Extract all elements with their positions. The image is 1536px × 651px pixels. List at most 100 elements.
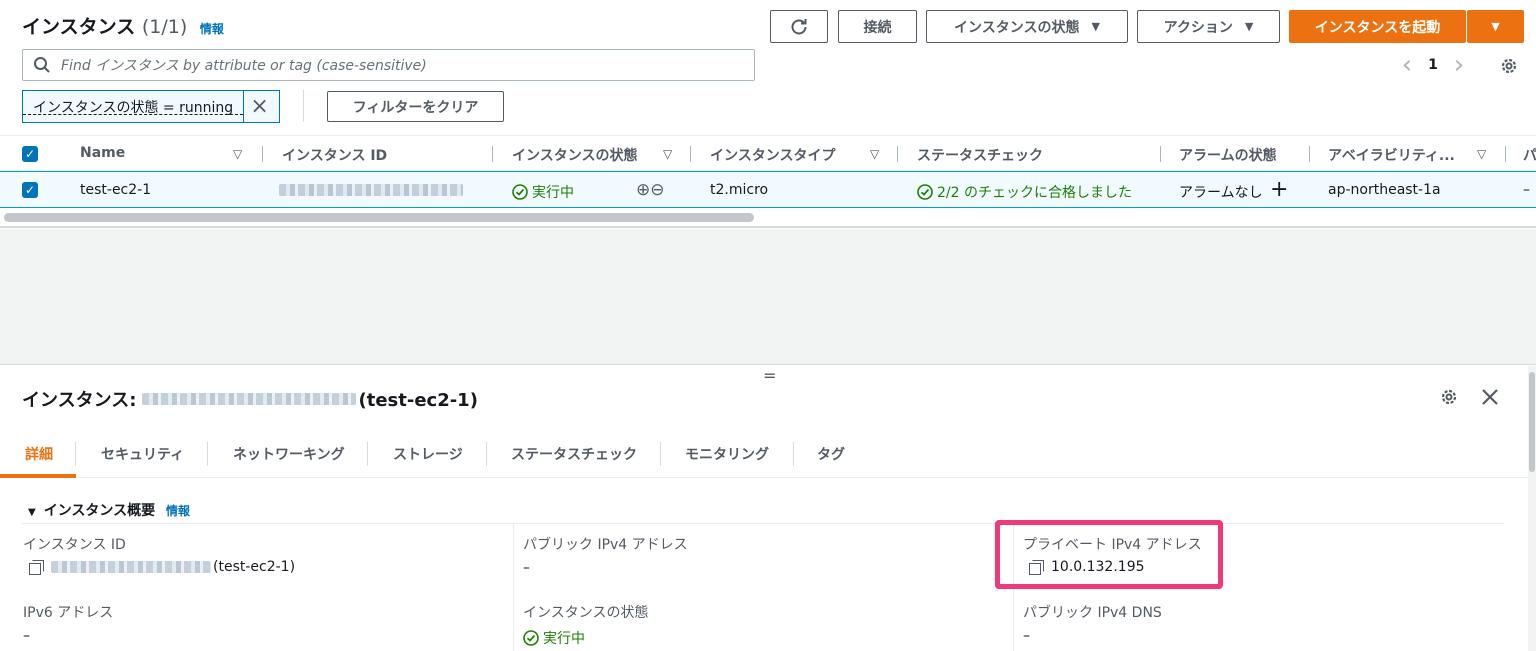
sort-icon[interactable]: ▽ xyxy=(870,147,879,161)
zoom-in-icon[interactable]: ⊕ xyxy=(636,180,650,200)
tab-security[interactable]: セキュリティ xyxy=(101,444,184,464)
filter-token-label[interactable]: インスタンスの状態 = running xyxy=(23,91,244,116)
actions-dropdown[interactable]: アクション ▼ xyxy=(1137,10,1280,43)
select-all-checkbox[interactable]: ✓ xyxy=(22,146,38,162)
instance-id-label: インスタンス ID xyxy=(23,537,126,553)
column-header-instance-id[interactable]: インスタンス ID xyxy=(282,145,387,165)
column-divider[interactable] xyxy=(690,146,691,162)
tab-tags[interactable]: タグ xyxy=(817,444,845,464)
cell-name: test-ec2-1 xyxy=(80,182,152,198)
collapse-caret-icon[interactable]: ▼ xyxy=(28,507,36,518)
filter-token: インスタンスの状態 = running × xyxy=(22,90,280,123)
refresh-icon xyxy=(791,18,807,34)
section-header[interactable]: ▼ インスタンス概要 情報 xyxy=(28,500,190,520)
copy-icon[interactable] xyxy=(29,560,44,575)
vertical-scrollbar[interactable] xyxy=(1528,366,1536,651)
zoom-icons: ⊕⊖ xyxy=(636,180,665,200)
settings-gear-icon[interactable] xyxy=(1499,56,1519,76)
column-divider[interactable] xyxy=(1309,146,1310,162)
caret-down-icon: ▼ xyxy=(1491,20,1500,33)
column-header-alarm[interactable]: アラームの状態 xyxy=(1179,145,1277,165)
column-divider[interactable] xyxy=(492,146,493,162)
add-alarm-icon[interactable]: + xyxy=(1270,177,1288,202)
instance-state-value: 実行中 xyxy=(523,628,585,648)
details-tabs: 詳細 セキュリティ ネットワーキング ストレージ ステータスチェック モニタリン… xyxy=(0,430,1536,478)
pagination: ‹ 1 › xyxy=(1392,52,1474,78)
redacted-instance-id xyxy=(51,561,211,573)
instance-state-dropdown[interactable]: インスタンスの状態 ▼ xyxy=(926,10,1128,43)
column-divider[interactable] xyxy=(1160,146,1161,162)
row-checkbox[interactable]: ✓ xyxy=(22,182,38,198)
redacted-instance-id xyxy=(279,184,463,196)
tab-divider xyxy=(486,442,487,466)
sort-icon[interactable]: ▽ xyxy=(1477,147,1486,161)
table-row[interactable]: ✓ test-ec2-1 実行中 ⊕⊖ t2.micro 2/2 のチェックに合… xyxy=(0,171,1536,208)
tab-storage[interactable]: ストレージ xyxy=(393,444,463,464)
panel-gap xyxy=(0,229,1536,365)
divider xyxy=(303,90,304,122)
tab-divider xyxy=(207,442,208,466)
caret-down-icon: ▼ xyxy=(1244,20,1254,33)
check-circle-icon xyxy=(523,630,539,646)
launch-instance-button[interactable]: インスタンスを起動 xyxy=(1289,10,1466,43)
search-icon xyxy=(34,57,50,73)
next-page-button[interactable]: › xyxy=(1444,52,1474,78)
tab-networking[interactable]: ネットワーキング xyxy=(233,444,345,464)
horizontal-scrollbar[interactable] xyxy=(0,210,1536,228)
active-tab-indicator xyxy=(0,474,76,478)
table-header: ✓ Name ▽ インスタンス ID インスタンスの状態 ▽ インスタンスタイプ… xyxy=(0,135,1536,171)
public-ipv4-label: パブリック IPv4 アドレス xyxy=(523,537,688,553)
clear-filters-button[interactable]: フィルターをクリア xyxy=(327,91,504,122)
column-header-name[interactable]: Name xyxy=(80,145,125,161)
tab-status-checks[interactable]: ステータスチェック xyxy=(511,444,637,464)
divider xyxy=(513,524,514,651)
instance-details-panel: = インスタンス: (test-ec2-1) 詳細 セキュリティ ネットワーキング… xyxy=(0,366,1536,651)
sort-icon[interactable]: ▽ xyxy=(663,147,672,161)
page-title: インスタンス (1/1) 情報 xyxy=(22,16,224,38)
resize-handle[interactable]: = xyxy=(763,366,776,385)
column-header-public[interactable]: パ xyxy=(1523,145,1536,165)
search-input[interactable]: Find インスタンス by attribute or tag (case-se… xyxy=(22,49,755,81)
refresh-button[interactable] xyxy=(770,10,828,43)
info-link[interactable]: 情報 xyxy=(166,504,190,518)
column-header-az[interactable]: アベイラビリティ... xyxy=(1328,145,1455,165)
cell-type: t2.micro xyxy=(710,182,769,198)
tab-divider xyxy=(367,442,368,466)
column-header-type[interactable]: インスタンスタイプ xyxy=(710,145,835,165)
ipv6-label: IPv6 アドレス xyxy=(23,605,114,621)
prev-page-button[interactable]: ‹ xyxy=(1392,52,1422,78)
redacted-instance-id xyxy=(142,393,357,405)
zoom-out-icon[interactable]: ⊖ xyxy=(650,180,664,200)
column-header-status-check[interactable]: ステータスチェック xyxy=(917,145,1043,165)
remove-filter-icon[interactable]: × xyxy=(243,91,275,122)
cell-alarm: アラームなし xyxy=(1179,185,1263,201)
public-ipv4-value: – xyxy=(523,560,530,576)
instances-list-panel: インスタンス (1/1) 情報 接続 インスタンスの状態 ▼ アクション ▼ イ… xyxy=(0,0,1536,228)
tab-details[interactable]: 詳細 xyxy=(25,444,53,464)
instance-id-value: (test-ec2-1) xyxy=(29,559,295,575)
caret-down-icon: ▼ xyxy=(1091,20,1100,33)
current-page[interactable]: 1 xyxy=(1422,57,1444,73)
check-circle-icon xyxy=(512,184,528,200)
public-dns-value: – xyxy=(1023,628,1030,644)
details-title: インスタンス: (test-ec2-1) xyxy=(22,390,478,411)
settings-gear-icon[interactable] xyxy=(1439,387,1459,407)
tab-monitoring[interactable]: モニタリング xyxy=(685,444,769,464)
column-divider[interactable] xyxy=(262,146,263,162)
instance-count: (1/1) xyxy=(141,16,188,38)
divider xyxy=(22,523,1504,524)
column-header-state[interactable]: インスタンスの状態 xyxy=(512,145,637,165)
column-divider[interactable] xyxy=(1505,146,1506,162)
cell-az: ap-northeast-1a xyxy=(1328,182,1441,198)
launch-options-dropdown[interactable]: ▼ xyxy=(1467,10,1524,43)
scrollbar-thumb[interactable] xyxy=(1529,372,1535,472)
cell-status-check: 2/2 のチェックに合格しました xyxy=(917,182,1132,202)
check-circle-icon xyxy=(917,184,933,200)
sort-icon[interactable]: ▽ xyxy=(233,147,242,161)
column-divider[interactable] xyxy=(897,146,898,162)
instance-state-label: インスタンスの状態 xyxy=(523,605,649,621)
info-link[interactable]: 情報 xyxy=(200,22,224,36)
scrollbar-thumb[interactable] xyxy=(4,213,754,222)
close-icon[interactable] xyxy=(1480,387,1500,407)
connect-button[interactable]: 接続 xyxy=(838,10,917,43)
